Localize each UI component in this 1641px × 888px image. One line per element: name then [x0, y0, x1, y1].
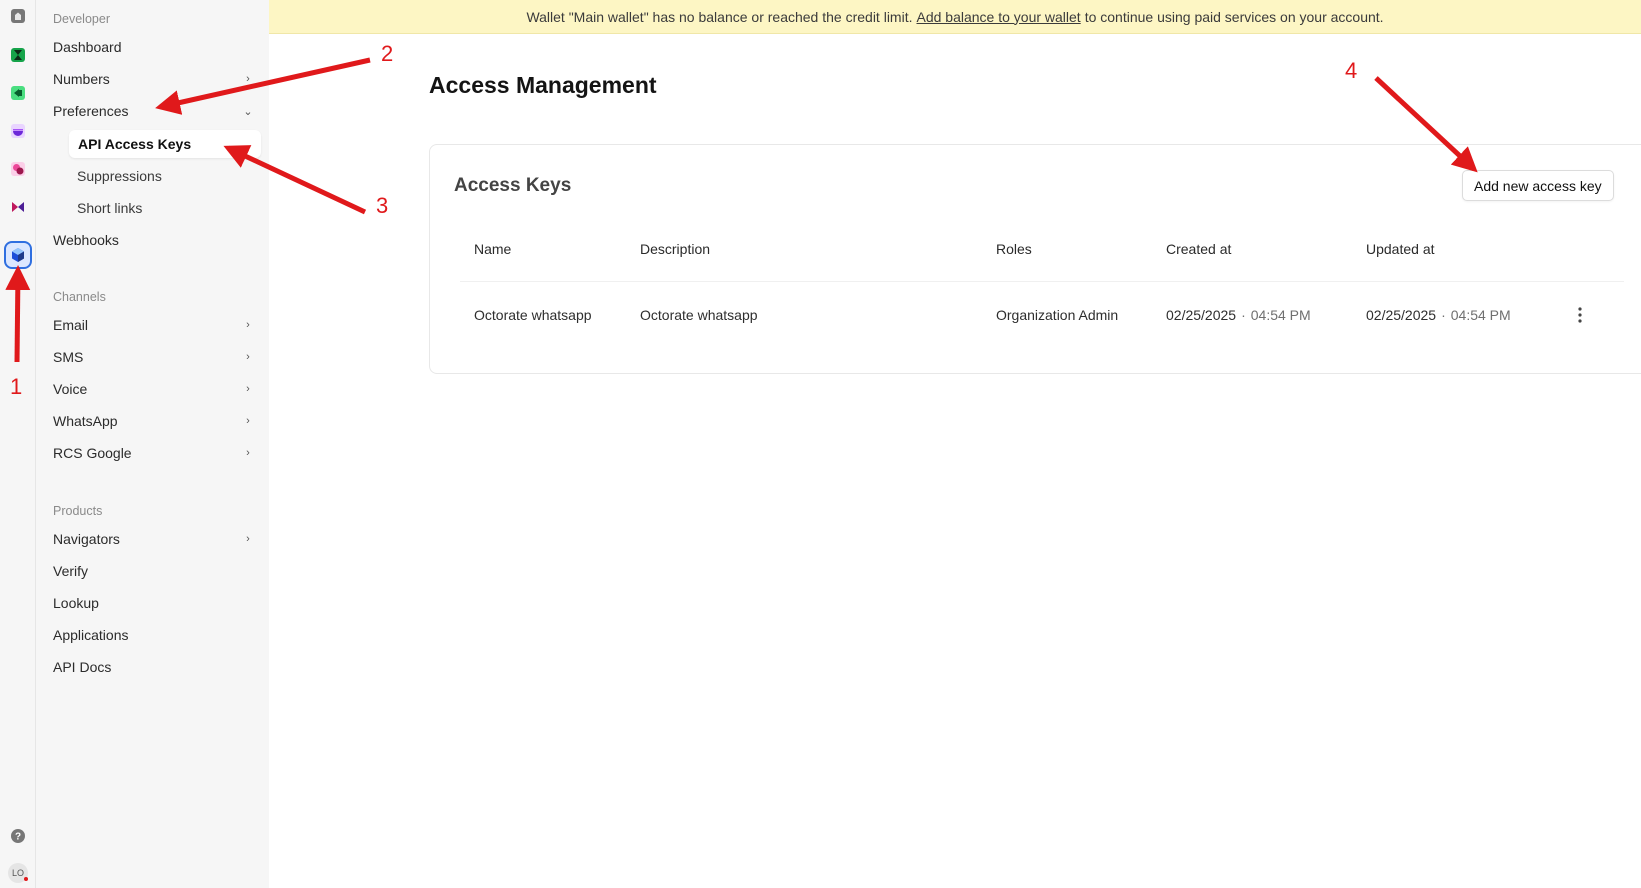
chevron-right-icon: ›	[246, 415, 250, 427]
bowtie-icon[interactable]	[6, 195, 30, 219]
updated-date: 02/25/2025	[1366, 307, 1437, 323]
group-label-channels: Channels	[53, 290, 106, 304]
sidebar-subitem-short-links[interactable]: Short links	[77, 194, 142, 222]
cell-created-at: 02/25/2025 · 04:54 PM	[1166, 307, 1311, 323]
chevron-right-icon: ›	[246, 73, 250, 85]
home-icon[interactable]	[6, 4, 30, 28]
sidebar-item-label: Lookup	[53, 595, 99, 611]
access-keys-card: Access Keys Add new access key Name Desc…	[429, 144, 1641, 374]
sidebar-item-rcs-google[interactable]: RCS Google ›	[53, 440, 253, 466]
sidebar-item-email[interactable]: Email ›	[53, 312, 253, 338]
sidebar-item-navigators[interactable]: Navigators ›	[53, 526, 253, 552]
sidebar-item-applications[interactable]: Applications	[53, 622, 253, 648]
cell-roles: Organization Admin	[996, 307, 1119, 323]
chevron-right-icon: ›	[246, 383, 250, 395]
icon-rail: ? LO	[0, 0, 36, 888]
sidebar-item-label: API Docs	[53, 659, 112, 675]
banner-text-before: Wallet "Main wallet" has no balance or r…	[526, 8, 913, 25]
column-header-created-at[interactable]: Created at	[1166, 241, 1231, 257]
sidebar-item-whatsapp[interactable]: WhatsApp ›	[53, 408, 253, 434]
sidebar-item-label: Preferences	[53, 103, 129, 119]
sidebar-subitem-api-access-keys[interactable]: API Access Keys	[69, 130, 261, 158]
sidebar-item-numbers[interactable]: Numbers ›	[53, 66, 253, 92]
developer-cube-icon[interactable]	[4, 241, 32, 269]
banner-text-after: to continue using paid services on your …	[1084, 8, 1384, 25]
created-time: 04:54 PM	[1250, 307, 1311, 323]
chevron-down-icon: ⌄	[243, 105, 253, 118]
row-actions-kebab-icon[interactable]	[1570, 303, 1590, 327]
svg-text:?: ?	[15, 832, 21, 843]
annotation-number-3: 3	[376, 193, 389, 218]
avatar-initials: LO	[11, 868, 24, 878]
sidebar-item-label: Applications	[53, 627, 129, 643]
separator-dot: ·	[1241, 307, 1246, 323]
group-label-products: Products	[53, 504, 103, 518]
sidebar-item-preferences[interactable]: Preferences ⌄	[53, 98, 253, 124]
card-title: Access Keys	[454, 175, 572, 196]
sidebar-item-label: Numbers	[53, 71, 110, 87]
updated-time: 04:54 PM	[1450, 307, 1511, 323]
row-divider	[460, 281, 1624, 282]
add-new-access-key-button[interactable]: Add new access key	[1462, 170, 1614, 201]
avatar[interactable]: LO	[6, 862, 30, 884]
cell-updated-at: 02/25/2025 · 04:54 PM	[1366, 307, 1511, 323]
cell-name: Octorate whatsapp	[474, 307, 592, 323]
sidebar-item-label: WhatsApp	[53, 413, 118, 429]
sidebar: Developer Dashboard Numbers › Preference…	[36, 0, 269, 888]
sidebar-item-label: Voice	[53, 381, 88, 397]
sidebar-item-voice[interactable]: Voice ›	[53, 376, 253, 402]
hourglass-icon[interactable]	[6, 43, 30, 67]
column-header-roles[interactable]: Roles	[996, 241, 1032, 257]
circles-icon[interactable]	[6, 157, 30, 181]
sidebar-item-api-docs[interactable]: API Docs	[53, 654, 253, 680]
separator-dot: ·	[1441, 307, 1446, 323]
annotation-number-4: 4	[1345, 58, 1358, 83]
chevron-right-icon: ›	[246, 319, 250, 331]
sidebar-item-webhooks[interactable]: Webhooks	[53, 227, 253, 253]
sidebar-item-label: Webhooks	[53, 232, 119, 248]
chevron-right-icon: ›	[246, 447, 250, 459]
add-balance-link[interactable]: Add balance to your wallet	[916, 9, 1080, 25]
annotation-number-2: 2	[381, 41, 394, 66]
sidebar-item-label: Email	[53, 317, 89, 333]
wallet-warning-banner: Wallet "Main wallet" has no balance or r…	[269, 0, 1641, 34]
sidebar-item-label: RCS Google	[53, 445, 132, 461]
video-icon[interactable]	[6, 81, 30, 105]
column-header-description[interactable]: Description	[640, 241, 710, 257]
sidebar-item-dashboard[interactable]: Dashboard	[53, 34, 253, 60]
chevron-right-icon: ›	[246, 351, 250, 363]
created-date: 02/25/2025	[1166, 307, 1237, 323]
chevron-right-icon: ›	[246, 533, 250, 545]
group-label-developer: Developer	[53, 12, 110, 26]
column-header-name[interactable]: Name	[474, 241, 511, 257]
sidebar-subitem-suppressions[interactable]: Suppressions	[77, 162, 162, 190]
sidebar-item-lookup[interactable]: Lookup	[53, 590, 253, 616]
bowl-icon[interactable]	[6, 119, 30, 143]
sidebar-item-verify[interactable]: Verify	[53, 558, 253, 584]
sidebar-item-label: SMS	[53, 349, 84, 365]
sidebar-item-label: Navigators	[53, 531, 120, 547]
cell-description: Octorate whatsapp	[640, 307, 758, 323]
column-header-updated-at[interactable]: Updated at	[1366, 241, 1435, 257]
help-icon[interactable]: ?	[6, 824, 30, 848]
annotation-number-1: 1	[10, 374, 23, 399]
sidebar-item-label: Verify	[53, 563, 89, 579]
sidebar-item-sms[interactable]: SMS ›	[53, 344, 253, 370]
page-title: Access Management	[429, 72, 657, 98]
sidebar-item-label: Dashboard	[53, 39, 122, 55]
